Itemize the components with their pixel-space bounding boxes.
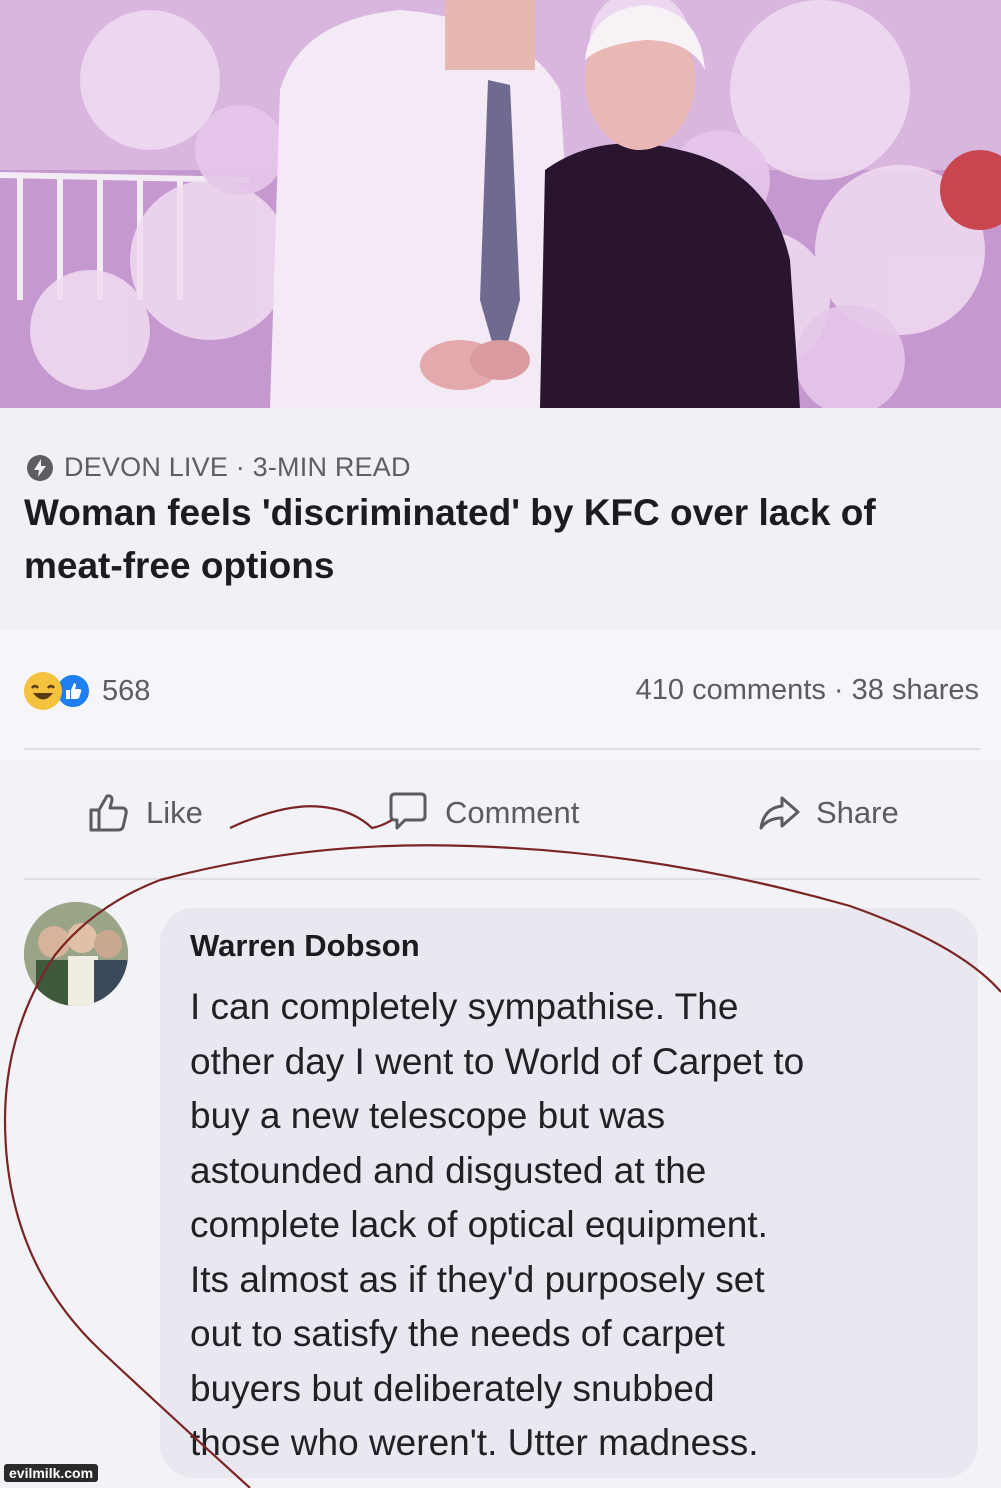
article-headline[interactable]: Woman feels 'discriminated' by KFC over … <box>24 486 974 592</box>
haha-reaction-icon <box>24 672 62 710</box>
avatar-photo <box>24 902 128 1006</box>
thumbs-up-icon <box>89 794 128 832</box>
avatar[interactable] <box>24 902 128 1006</box>
reaction-count: 568 <box>102 674 151 707</box>
like-label: Like <box>146 795 203 830</box>
share-arrow-icon <box>759 796 800 830</box>
like-button[interactable]: Like <box>86 790 203 836</box>
watermark: evilmilk.com <box>4 1464 99 1482</box>
comment-author[interactable]: Warren Dobson <box>190 928 420 964</box>
article-photo[interactable] <box>0 0 1001 408</box>
comment-label: Comment <box>445 795 580 830</box>
actions-divider <box>24 878 980 880</box>
source-text: DEVON LIVE · 3-MIN READ <box>64 452 411 482</box>
speech-bubble-icon <box>389 792 427 830</box>
lightning-icon <box>27 454 53 481</box>
comment-button[interactable]: Comment <box>385 790 579 836</box>
stats-divider <box>24 748 980 750</box>
source-line: DEVON LIVE · 3-MIN READ <box>26 452 411 483</box>
photo-illustration <box>0 0 1001 408</box>
comments-shares-count[interactable]: 410 comments · 38 shares <box>636 674 979 707</box>
share-label: Share <box>816 795 899 830</box>
reactions-summary[interactable]: 568 <box>24 672 150 710</box>
action-bar: Like Comment Share <box>0 790 1001 850</box>
comment-text: I can completely sympathise. The other d… <box>190 986 805 1463</box>
share-button[interactable]: Share <box>756 790 899 836</box>
